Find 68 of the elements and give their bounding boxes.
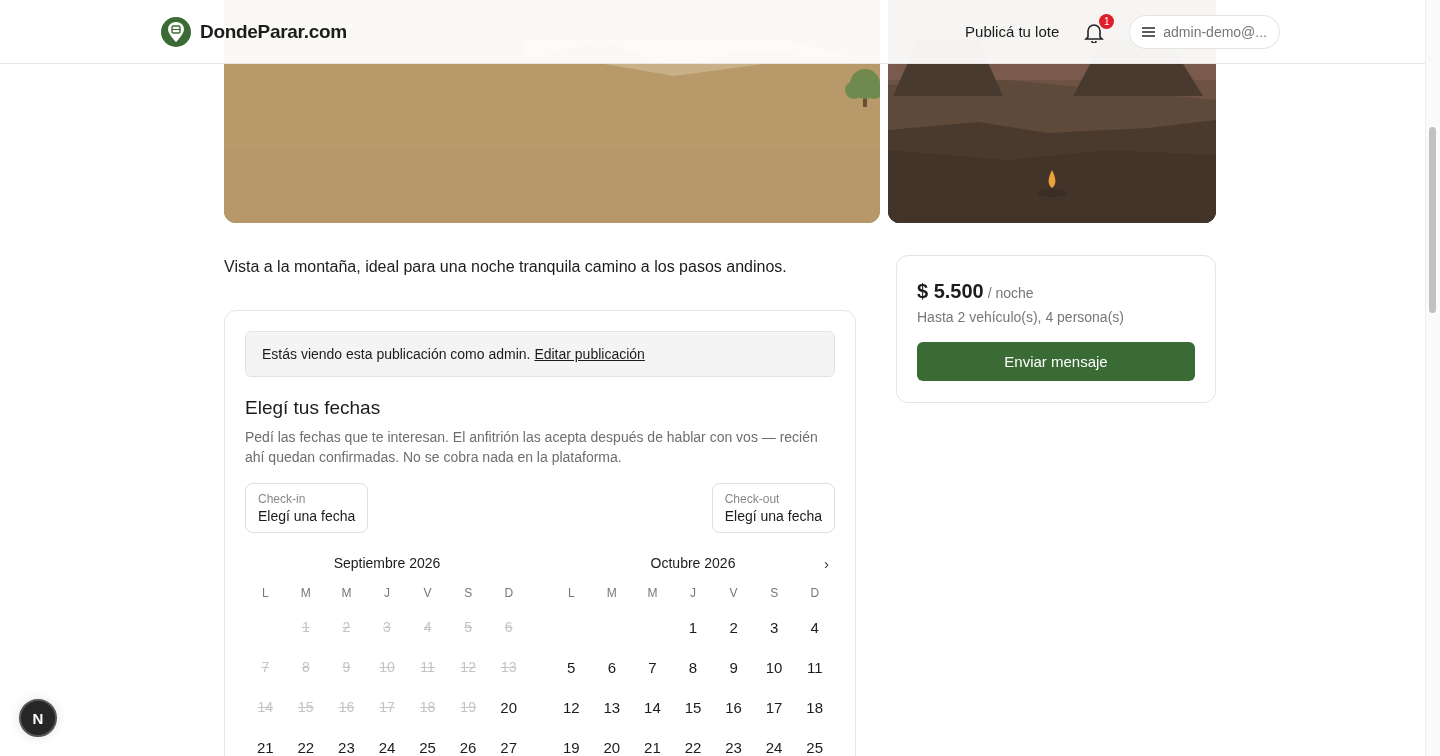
weekday-label: V [729, 586, 738, 600]
calendar-day[interactable]: 23 [334, 736, 359, 756]
weekday-label: M [647, 586, 658, 600]
calendar-day[interactable]: 18 [802, 696, 828, 718]
calendar-day[interactable]: 12 [558, 696, 584, 718]
calendar-day[interactable]: 26 [455, 736, 481, 756]
next-month-button[interactable]: › [818, 554, 835, 572]
weekday-label: S [464, 586, 473, 600]
weekday-label: M [606, 586, 617, 600]
calendar-day[interactable]: 4 [806, 616, 823, 638]
price-unit: / noche [987, 285, 1034, 301]
calendar-day[interactable]: 25 [415, 736, 440, 756]
menu-icon [1142, 26, 1156, 37]
publish-link[interactable]: Publicá tu lote [965, 23, 1060, 40]
price-text: $ 5.500 [917, 280, 984, 303]
check-in-field[interactable]: Check-in Elegí una fecha [245, 483, 369, 533]
calendar-day[interactable]: 20 [599, 736, 625, 756]
calendar-day[interactable]: 24 [374, 736, 400, 756]
weekday-label: V [423, 586, 432, 600]
weekday-label: L [567, 586, 575, 600]
calendar-day[interactable]: 14 [640, 696, 665, 718]
calendar-day[interactable]: 5 [563, 656, 580, 678]
notification-badge: 1 [1099, 13, 1115, 29]
calendar-day[interactable]: 21 [252, 736, 278, 756]
calendar-day[interactable]: 22 [680, 736, 706, 756]
calendar-day[interactable]: 17 [761, 696, 787, 718]
calendar-day[interactable]: 10 [761, 656, 787, 678]
logo-text[interactable]: DondeParar.com [200, 20, 347, 43]
calendar-day[interactable]: 2 [725, 616, 742, 638]
admin-notice-text: Estás viendo esta publicación como admin. [262, 346, 531, 362]
dev-tools-button[interactable]: N [19, 699, 57, 737]
check-out-field[interactable]: Check-out Elegí una fecha [711, 483, 835, 533]
help-text: Pedí las fechas que te interesan. El anfitrión las acepta después de hablar con vos — recién ahí quedan confirmadas. No se cobra nada en la plataforma. [245, 428, 819, 467]
weekday-label: M [341, 586, 352, 600]
weekday-label: D [504, 586, 514, 600]
calendar-day[interactable]: 8 [684, 656, 702, 678]
calendar-day[interactable]: 3 [765, 616, 783, 638]
weekday-label: J [690, 586, 696, 600]
calendar-day[interactable]: 1 [684, 616, 702, 638]
weekday-label: D [810, 586, 820, 600]
calendar-day[interactable]: 11 [802, 656, 827, 678]
section-title: Elegí tus fechas [245, 397, 382, 419]
calendar-day[interactable]: 6 [603, 656, 620, 678]
calendar-day[interactable]: 27 [496, 736, 522, 756]
month-title: Septiembre 2026 [333, 555, 441, 571]
calendar-day[interactable]: 15 [680, 696, 706, 718]
calendar-day[interactable]: 22 [293, 736, 319, 756]
weekday-label: M [300, 586, 311, 600]
month-title: Octubre 2026 [650, 555, 736, 571]
calendar-day[interactable]: 21 [640, 736, 665, 756]
calendar-day[interactable]: 23 [721, 736, 746, 756]
calendar-day[interactable]: 25 [802, 736, 828, 756]
capacity-text: Hasta 2 vehículo(s), 4 persona(s) [917, 309, 1125, 325]
description-text: Vista a la montaña, ideal para una noche tranquila camino a los pasos andinos. [224, 257, 788, 277]
calendar-day[interactable]: 24 [761, 736, 787, 756]
send-message-button[interactable]: Enviar mensaje [917, 342, 1195, 381]
edit-listing-link[interactable]: Editar publicación [534, 346, 645, 362]
weekday-label: L [261, 586, 269, 600]
calendar-day[interactable]: 7 [644, 656, 661, 678]
weekday-label: J [384, 586, 390, 600]
calendar-day[interactable]: 13 [599, 696, 625, 718]
account-menu-button[interactable]: admin-demo@... [1129, 14, 1280, 49]
calendar-day[interactable]: 16 [721, 696, 746, 718]
weekday-label: S [770, 586, 779, 600]
calendar-day[interactable]: 9 [725, 656, 742, 678]
calendar-day[interactable]: 19 [558, 736, 584, 756]
calendar-day[interactable]: 20 [496, 696, 522, 718]
logo-icon [161, 15, 191, 48]
